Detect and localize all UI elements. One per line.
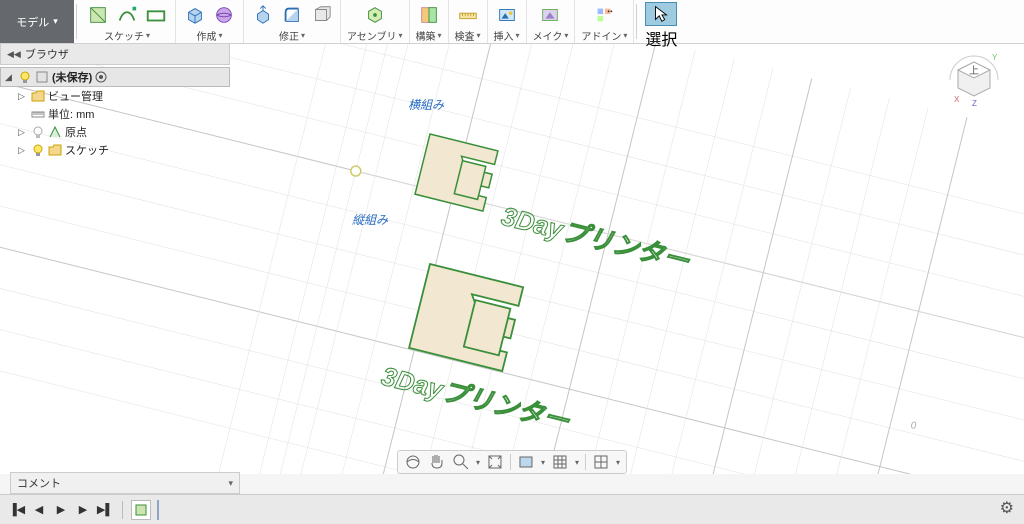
logo-text-v: 3Dayプリンター <box>379 361 574 437</box>
timeline-prev-button[interactable]: ◀ <box>30 501 48 519</box>
logo-text-h: 3Dayプリンター <box>499 201 694 277</box>
toolgroup-construct: 構築 <box>410 0 449 43</box>
tree-item-units[interactable]: ▷ 単位: mm <box>0 105 230 123</box>
label-horizontal: 横組み <box>408 98 445 112</box>
main-toolbar: モデル スケッチ 作成 修正 アセンブリ 構 <box>0 0 1024 44</box>
toolgroup-select: 選択 <box>639 0 683 43</box>
svg-text:X: X <box>954 95 960 104</box>
root-label: (未保存) <box>52 69 92 85</box>
sketch-horizontal-logo[interactable] <box>415 134 498 211</box>
make-group-label[interactable]: メイク <box>533 28 569 43</box>
expand-icon[interactable]: ▷ <box>18 145 28 156</box>
create-group-label[interactable]: 作成 <box>196 28 222 43</box>
plane-icon[interactable] <box>416 2 442 28</box>
component-icon <box>35 70 49 84</box>
svg-text:0: 0 <box>909 420 917 432</box>
shell-icon[interactable] <box>308 2 334 28</box>
svg-text:Z: Z <box>972 99 977 108</box>
tree-item-label: 原点 <box>65 124 87 140</box>
origin-icon <box>48 125 62 139</box>
browser-header[interactable]: ◀◀ ブラウザ <box>0 44 230 65</box>
construct-group-label[interactable]: 構築 <box>416 28 442 43</box>
browser-collapse-icon[interactable]: ◀◀ <box>7 49 21 60</box>
tree-item-label: ビュー管理 <box>48 88 103 104</box>
comment-panel[interactable]: コメント <box>10 472 240 494</box>
svg-text:Y: Y <box>992 53 998 62</box>
select-icon[interactable] <box>645 2 677 26</box>
toolgroup-create: 作成 <box>176 0 244 43</box>
view-cube[interactable]: 上 Y X Z <box>944 50 1004 110</box>
toolgroup-sketch: スケッチ <box>79 0 176 43</box>
display-style-icon[interactable] <box>517 453 535 471</box>
sphere-icon[interactable] <box>211 2 237 28</box>
tree-item-sketch[interactable]: ▷ スケッチ <box>0 141 230 159</box>
nav-bar: ▾ ▾ ▾ ▾ <box>397 450 627 474</box>
toolgroup-make: メイク <box>527 0 576 43</box>
workspace-label: モデル <box>16 14 49 30</box>
inspect-group-label[interactable]: 検査 <box>455 28 481 43</box>
timeline-first-button[interactable]: ▐◀ <box>8 501 26 519</box>
toolgroup-inspect: 検査 <box>449 0 488 43</box>
tree-item-origin[interactable]: ▷ 原点 <box>0 123 230 141</box>
bulb-icon[interactable] <box>18 70 32 84</box>
make-3dprint-icon[interactable] <box>537 2 563 28</box>
orbit-icon[interactable] <box>404 453 422 471</box>
toolgroup-addins: アドイン <box>575 0 634 43</box>
timeline: ▐◀ ◀ ▶ ▶ ▶▌ <box>0 494 1024 524</box>
timeline-playhead[interactable] <box>157 500 159 520</box>
svg-text:上: 上 <box>969 65 979 77</box>
addins-group-label[interactable]: アドイン <box>581 28 627 43</box>
grid-icon[interactable] <box>551 453 569 471</box>
rectangle-icon[interactable] <box>143 2 169 28</box>
workspace-dropdown[interactable]: モデル <box>0 0 74 43</box>
toolgroup-insert: 挿入 <box>488 0 527 43</box>
addins-icon[interactable] <box>591 2 617 28</box>
comment-label: コメント <box>17 475 61 491</box>
box-icon[interactable] <box>182 2 208 28</box>
label-vertical: 縦組み <box>352 213 389 227</box>
fit-icon[interactable] <box>486 453 504 471</box>
timeline-next-button[interactable]: ▶ <box>74 501 92 519</box>
browser-panel: ◀◀ ブラウザ ◢ (未保存) ▷ ビュー管理 ▷ 単位: mm ▷ 原点 ▷ <box>0 44 230 161</box>
select-group-label[interactable]: 選択 <box>645 26 677 50</box>
bulb-off-icon[interactable] <box>31 125 45 139</box>
browser-tree: ◢ (未保存) ▷ ビュー管理 ▷ 単位: mm ▷ 原点 ▷ スケッチ <box>0 65 230 161</box>
timeline-last-button[interactable]: ▶▌ <box>96 501 114 519</box>
zoom-icon[interactable] <box>452 453 470 471</box>
sketch-group-label[interactable]: スケッチ <box>104 28 150 43</box>
measure-icon[interactable] <box>455 2 481 28</box>
insert-group-label[interactable]: 挿入 <box>494 28 520 43</box>
fillet-icon[interactable] <box>279 2 305 28</box>
insert-image-icon[interactable] <box>494 2 520 28</box>
viewport-layout-icon[interactable] <box>592 453 610 471</box>
target-icon[interactable] <box>95 71 107 83</box>
toolgroup-modify: 修正 <box>244 0 341 43</box>
line-icon[interactable] <box>114 2 140 28</box>
tree-root[interactable]: ◢ (未保存) <box>0 67 230 87</box>
assembly-group-label[interactable]: アセンブリ <box>347 28 403 43</box>
tree-item-label: 単位: mm <box>48 106 94 122</box>
tree-item-label: スケッチ <box>65 142 109 158</box>
bulb-icon[interactable] <box>31 143 45 157</box>
browser-title: ブラウザ <box>25 46 69 62</box>
sketch-vertical-logo[interactable] <box>409 264 523 371</box>
pan-icon[interactable] <box>428 453 446 471</box>
expand-icon[interactable]: ▷ <box>18 127 28 138</box>
timeline-sketch-feature[interactable] <box>131 500 151 520</box>
folder-icon <box>48 143 62 157</box>
toolgroup-assembly: アセンブリ <box>341 0 410 43</box>
modify-group-label[interactable]: 修正 <box>279 28 305 43</box>
create-sketch-icon[interactable] <box>85 2 111 28</box>
presspull-icon[interactable] <box>250 2 276 28</box>
tree-item-views[interactable]: ▷ ビュー管理 <box>0 87 230 105</box>
expand-icon[interactable]: ▷ <box>18 91 28 102</box>
folder-icon <box>31 89 45 103</box>
timeline-play-button[interactable]: ▶ <box>52 501 70 519</box>
joint-icon[interactable] <box>362 2 388 28</box>
ruler-icon <box>31 107 45 121</box>
settings-gear-icon[interactable]: ⚙ <box>1000 498 1014 518</box>
expand-icon[interactable]: ◢ <box>5 72 15 83</box>
